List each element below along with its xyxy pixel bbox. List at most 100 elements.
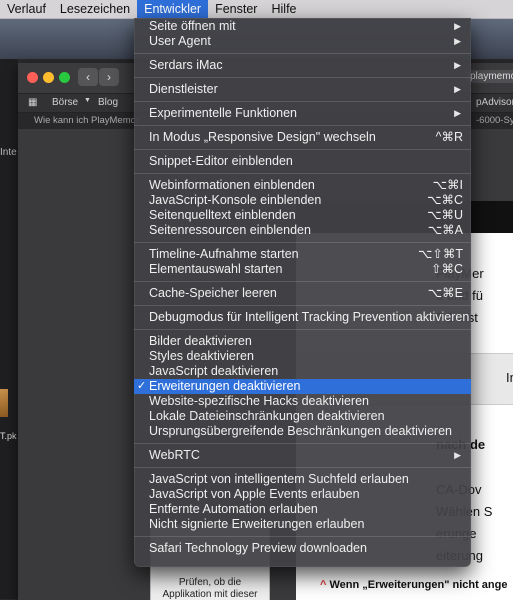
- chevron-right-icon: ▶: [454, 60, 461, 70]
- menu-item-label: JavaScript-Konsole einblenden: [149, 193, 322, 207]
- menu-item[interactable]: Elementauswahl starten ⇧⌘C: [134, 262, 471, 277]
- close-window-icon[interactable]: [27, 72, 38, 83]
- menu-item-label: Seitenquelltext einblenden: [149, 208, 296, 222]
- menu-separator: [134, 242, 471, 243]
- menu-item[interactable]: JavaScript-Konsole einblenden ⌥⌘C: [134, 193, 471, 208]
- menu-item[interactable]: WebRTC ▶: [134, 448, 471, 463]
- menu-verlauf[interactable]: Verlauf: [0, 0, 53, 18]
- menu-item[interactable]: Webinformationen einblenden ⌥⌘I: [134, 178, 471, 193]
- menu-item-label: JavaScript deaktivieren: [149, 364, 279, 378]
- chevron-right-icon: ▶: [454, 84, 461, 94]
- back-icon[interactable]: ‹: [78, 68, 98, 86]
- left-window-edge: Inte T.pk: [0, 59, 18, 599]
- menu-item-label: Bilder deaktivieren: [149, 334, 252, 348]
- chevron-down-icon: ▼: [84, 97, 91, 104]
- menu-item[interactable]: Bilder deaktivieren: [134, 334, 471, 349]
- menu-item[interactable]: Lokale Dateieinschränkungen deaktivieren: [134, 409, 471, 424]
- menu-item-label: Elementauswahl starten: [149, 262, 283, 276]
- menu-item-label: Website-spezifische Hacks deaktivieren: [149, 394, 370, 408]
- menu-item[interactable]: Safari Technology Preview downloaden: [134, 541, 471, 556]
- menu-item[interactable]: Serdars iMac ▶: [134, 58, 471, 73]
- menu-lesezeichen[interactable]: Lesezeichen: [53, 0, 137, 18]
- menu-hilfe[interactable]: Hilfe: [264, 0, 303, 18]
- chevron-right-icon: ▶: [454, 36, 461, 46]
- menu-item[interactable]: JavaScript deaktivieren: [134, 364, 471, 379]
- menu-item[interactable]: Seite öffnen mit ▶: [134, 19, 471, 34]
- zoom-window-icon[interactable]: [59, 72, 70, 83]
- menu-item[interactable]: User Agent ▶: [134, 34, 471, 49]
- chevron-right-icon: ▶: [454, 21, 461, 31]
- caret-up-icon: ^: [320, 579, 327, 591]
- panel-line: Prüfen, ob die: [178, 577, 242, 588]
- menu-item[interactable]: Ursprungsübergreifende Beschränkungen de…: [134, 424, 471, 439]
- fav-boerse[interactable]: Börse: [52, 97, 78, 108]
- menu-item-shortcut: ⌥⌘I: [432, 178, 463, 192]
- menu-fenster[interactable]: Fenster: [208, 0, 264, 18]
- menu-item[interactable]: Debugmodus für Intelligent Tracking Prev…: [134, 310, 471, 325]
- menu-item-label: Cache-Speicher leeren: [149, 286, 277, 300]
- menu-item-shortcut: ^⌘R: [435, 130, 463, 144]
- menu-item[interactable]: Entfernte Automation erlauben: [134, 502, 471, 517]
- footer-text: Wenn „Erweiterungen" nicht ange: [329, 579, 508, 591]
- menu-separator: [134, 281, 471, 282]
- panel-text: Prüfen, ob die Applikation mit dieser: [151, 577, 269, 600]
- menu-item-label: Nicht signierte Erweiterungen erlauben: [149, 517, 365, 531]
- menu-item[interactable]: Seitenressourcen einblenden ⌥⌘A: [134, 223, 471, 238]
- menu-separator: [134, 443, 471, 444]
- menu-item-shortcut: ⌥⌘C: [427, 193, 463, 207]
- menu-item-label: Seitenressourcen einblenden: [149, 223, 311, 237]
- menu-item[interactable]: Nicht signierte Erweiterungen erlauben: [134, 517, 471, 532]
- menu-item-label: JavaScript von Apple Events erlauben: [149, 487, 360, 501]
- page-tab-label[interactable]: In: [506, 370, 513, 385]
- menu-item-shortcut: ⇧⌘C: [430, 262, 463, 276]
- menu-item-label: Timeline-Aufnahme starten: [149, 247, 299, 261]
- menu-item-label: Ursprungsübergreifende Beschränkungen de…: [149, 424, 452, 438]
- menu-item-label: Erweiterungen deaktivieren: [149, 379, 301, 393]
- forward-icon[interactable]: ›: [99, 68, 119, 86]
- menu-item[interactable]: Cache-Speicher leeren ⌥⌘E: [134, 286, 471, 301]
- menu-separator: [134, 536, 471, 537]
- menu-item-label: Snippet-Editor einblenden: [149, 154, 293, 168]
- tab-title[interactable]: Wie kann ich PlayMemor: [34, 115, 139, 126]
- package-file-icon[interactable]: [0, 389, 8, 417]
- menu-item[interactable]: In Modus „Responsive Design" wechseln ^⌘R: [134, 130, 471, 145]
- menu-separator: [134, 77, 471, 78]
- chevron-right-icon: ▶: [454, 108, 461, 118]
- menu-item[interactable]: Dienstleister ▶: [134, 82, 471, 97]
- right-tab-text[interactable]: playmemo: [466, 70, 513, 83]
- menu-item-shortcut: ⌥⇧⌘T: [417, 247, 463, 261]
- menu-item[interactable]: ✓ Erweiterungen deaktivieren: [134, 379, 471, 394]
- menu-item[interactable]: JavaScript von intelligentem Suchfeld er…: [134, 472, 471, 487]
- menu-separator: [134, 125, 471, 126]
- footer-warning: ^ Wenn „Erweiterungen" nicht ange: [320, 579, 507, 591]
- menu-item[interactable]: JavaScript von Apple Events erlauben: [134, 487, 471, 502]
- chevron-right-icon: ▶: [454, 450, 461, 460]
- menu-item-label: Lokale Dateieinschränkungen deaktivieren: [149, 409, 385, 423]
- minimize-window-icon[interactable]: [43, 72, 54, 83]
- menu-item-shortcut: ⌥⌘U: [427, 208, 463, 222]
- tab-right[interactable]: -6000-Sys: [476, 115, 513, 126]
- menu-entwickler[interactable]: Entwickler: [137, 0, 209, 18]
- fav-blog[interactable]: Blog: [98, 97, 118, 108]
- fav-right[interactable]: pAdvisor: [476, 97, 513, 108]
- menu-item-label: Seite öffnen mit: [149, 19, 236, 33]
- menu-item-label: User Agent: [149, 34, 211, 48]
- left-label: Inte: [0, 147, 17, 158]
- menu-separator: [134, 53, 471, 54]
- menu-item[interactable]: Website-spezifische Hacks deaktivieren: [134, 394, 471, 409]
- menu-item[interactable]: Styles deaktivieren: [134, 349, 471, 364]
- menu-item-label: Safari Technology Preview downloaden: [149, 541, 367, 555]
- menu-item[interactable]: Snippet-Editor einblenden: [134, 154, 471, 169]
- menu-item[interactable]: Experimentelle Funktionen ▶: [134, 106, 471, 121]
- menu-item[interactable]: Timeline-Aufnahme starten ⌥⇧⌘T: [134, 247, 471, 262]
- menu-separator: [134, 149, 471, 150]
- file-label: T.pk: [0, 431, 17, 441]
- entwickler-dropdown-menu: Seite öffnen mit ▶ User Agent ▶ Serdars iMac…: [134, 18, 471, 567]
- menu-item-label: Serdars iMac: [149, 58, 223, 72]
- checkmark-icon: ✓: [137, 380, 147, 392]
- menu-separator: [134, 305, 471, 306]
- menu-bar: Verlauf Lesezeichen Entwickler Fenster H…: [0, 0, 513, 19]
- menu-separator: [134, 101, 471, 102]
- grid-icon[interactable]: ▦: [28, 97, 37, 108]
- menu-item[interactable]: Seitenquelltext einblenden ⌥⌘U: [134, 208, 471, 223]
